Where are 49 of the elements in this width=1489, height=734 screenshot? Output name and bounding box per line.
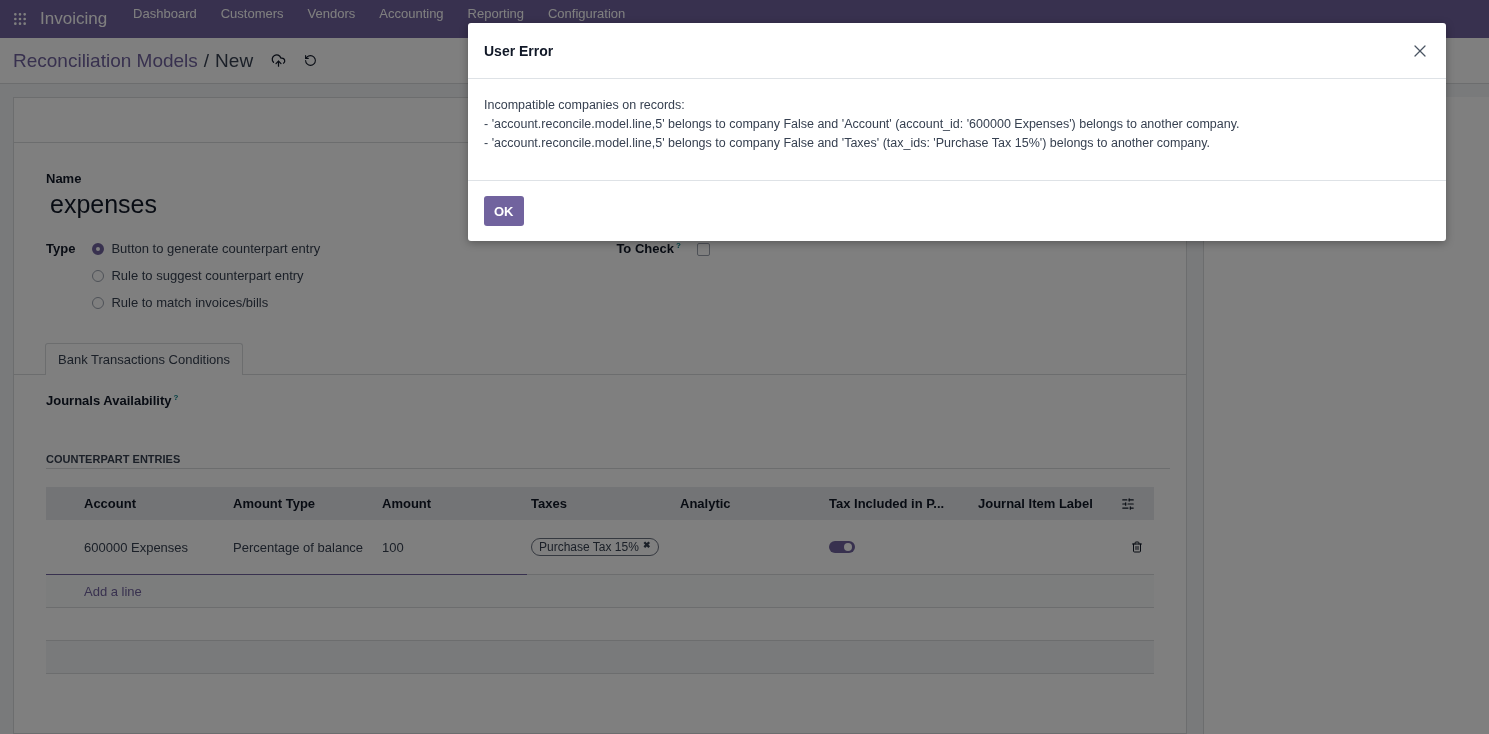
nav-menu-item[interactable]: Dashboard [121, 7, 209, 21]
table-cell-text: Percentage of balance [232, 539, 365, 555]
tab[interactable]: Bank Transactions Conditions [45, 343, 243, 375]
table-cell-text: 600000 Expenses [83, 539, 190, 555]
breadcrumb-link[interactable]: Reconciliation Models [13, 49, 198, 72]
section-title: COUNTERPART ENTRIES [46, 453, 1170, 469]
checkbox[interactable] [696, 243, 710, 256]
help-mark[interactable]: ? [675, 241, 681, 250]
column-header[interactable]: Account [78, 496, 227, 511]
remove-tag-icon[interactable]: ✖ [642, 540, 651, 554]
field-label: Journals Availability [46, 393, 172, 408]
app-menu-icon[interactable] [12, 11, 28, 27]
help-mark[interactable]: ? [173, 393, 179, 402]
radio-button[interactable] [92, 242, 105, 255]
error-message: - 'account.reconcile.model.line,5' belongs to company False and 'Taxes' (tax_ids: 'Purchase Tax 15%') belongs to another company. [484, 135, 1212, 152]
column-header[interactable]: Amount Type [227, 496, 376, 511]
breadcrumb-separator: / [203, 49, 210, 72]
field-label: Type [46, 241, 76, 258]
column-header[interactable]: Tax Included in P... [823, 496, 972, 511]
undo-icon[interactable] [304, 54, 318, 67]
column-header[interactable]: Analytic [674, 496, 823, 511]
nav-menu-item[interactable]: Customers [208, 7, 296, 21]
column-header[interactable]: Amount [376, 496, 525, 511]
radio-button[interactable] [92, 296, 105, 309]
column-header[interactable]: Taxes [525, 496, 674, 511]
breadcrumb-current: New [215, 49, 254, 72]
app-name[interactable]: Invoicing [40, 9, 108, 29]
field-label: To Check [616, 241, 674, 256]
field-label: Name [46, 171, 83, 186]
radio-label[interactable]: Rule to suggest counterpart entry [111, 268, 304, 283]
dialog-title: User Error [484, 42, 554, 59]
nav-menu-item[interactable]: Reporting [455, 7, 536, 21]
table-cell-text: 100 [381, 539, 405, 555]
radio-label[interactable]: Button to generate counterpart entry [111, 241, 321, 256]
cloud-upload-icon[interactable] [271, 53, 287, 68]
radio-label[interactable]: Rule to match invoices/bills [111, 295, 269, 310]
settings-icon[interactable] [1121, 496, 1135, 511]
radio-button[interactable] [92, 269, 105, 282]
trash-icon[interactable] [1131, 541, 1143, 553]
nav-menu-item[interactable]: Vendors [295, 7, 368, 21]
column-header[interactable]: Journal Item Label [972, 496, 1121, 511]
toggle-switch[interactable] [829, 541, 855, 553]
error-message: - 'account.reconcile.model.line,5' belongs to company False and 'Account' (account_id: '600000 Expenses') belongs to another company. [484, 116, 1241, 133]
tax-tag: Purchase Tax 15% ✖ [531, 538, 659, 556]
add-line-link[interactable]: Add a line [78, 583, 227, 599]
error-message: Incompatible companies on records: [484, 97, 686, 114]
nav-menu-item[interactable]: Accounting [367, 7, 456, 21]
ok-button[interactable]: OK [484, 196, 524, 226]
nav-menu-item[interactable]: Configuration [536, 7, 638, 21]
